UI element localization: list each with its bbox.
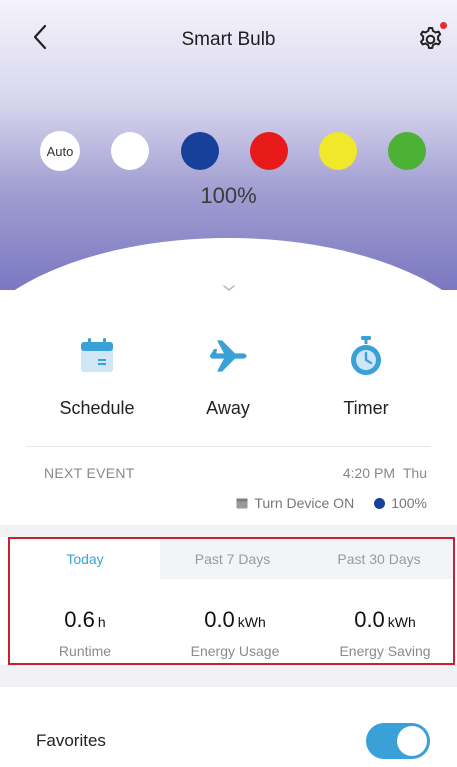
next-event-time: 4:20 PM Thu bbox=[343, 465, 427, 481]
stat-energy-usage-label: Energy Usage bbox=[190, 643, 280, 659]
timer-label: Timer bbox=[343, 398, 389, 418]
timer-button[interactable]: Timer bbox=[306, 334, 426, 419]
blue-dot-icon bbox=[374, 497, 386, 509]
swatch-auto[interactable]: Auto bbox=[40, 131, 80, 171]
color-swatches: Auto bbox=[0, 131, 457, 172]
stat-energy-saving: 0.0 kWh Energy Saving bbox=[320, 607, 450, 659]
page-title: Smart Bulb bbox=[181, 29, 276, 50]
stat-runtime-unit: h bbox=[97, 614, 106, 630]
notification-dot bbox=[440, 22, 447, 29]
expand-button[interactable] bbox=[221, 281, 237, 293]
next-event-action: Turn Device ON 100% bbox=[236, 495, 427, 511]
toggle-knob bbox=[397, 726, 427, 756]
calendar-small-icon bbox=[236, 498, 248, 509]
stat-runtime: 0.6 h Runtime bbox=[25, 607, 145, 659]
airplane-icon bbox=[210, 340, 247, 372]
schedule-label: Schedule bbox=[59, 398, 135, 418]
away-label: Away bbox=[206, 398, 250, 418]
tab-today[interactable]: Today bbox=[10, 539, 160, 579]
stat-energy-saving-unit: kWh bbox=[387, 614, 416, 630]
tab-past-7-days[interactable]: Past 7 Days bbox=[160, 539, 305, 579]
favorites-toggle[interactable] bbox=[366, 723, 430, 759]
swatch-yellow[interactable] bbox=[319, 132, 357, 170]
gear-icon bbox=[420, 27, 442, 49]
stat-energy-usage: 0.0 kWh Energy Usage bbox=[165, 607, 305, 659]
stat-runtime-value: 0.6 bbox=[64, 607, 95, 632]
tab-past-30-days[interactable]: Past 30 Days bbox=[305, 539, 453, 579]
divider bbox=[26, 446, 431, 447]
stat-runtime-label: Runtime bbox=[58, 643, 112, 659]
chevron-down-icon bbox=[223, 285, 235, 292]
swatch-green[interactable] bbox=[388, 132, 426, 170]
stat-energy-usage-value: 0.0 bbox=[204, 607, 235, 632]
stat-energy-usage-unit: kWh bbox=[237, 614, 266, 630]
usage-stats-panel: Today Past 7 Days Past 30 Days 0.6 h Runt… bbox=[8, 537, 455, 665]
swatch-red[interactable] bbox=[250, 132, 288, 170]
calendar-icon bbox=[81, 338, 113, 372]
section-separator bbox=[0, 525, 457, 537]
next-event-day: Thu bbox=[402, 465, 427, 481]
stat-energy-saving-label: Energy Saving bbox=[339, 643, 431, 659]
mode-row: Schedule Away Timer bbox=[0, 334, 457, 434]
next-event-time-value: 4:20 PM bbox=[342, 465, 395, 481]
swatch-blue[interactable] bbox=[181, 132, 219, 170]
next-event-brightness: 100% bbox=[391, 495, 427, 511]
next-event-label: NEXT EVENT bbox=[44, 465, 135, 481]
next-event-action-text: Turn Device ON bbox=[254, 495, 355, 511]
favorites-label: Favorites bbox=[36, 731, 106, 750]
section-separator-2 bbox=[0, 665, 457, 687]
brightness-label: 100% bbox=[200, 183, 257, 208]
stat-energy-saving-value: 0.0 bbox=[354, 607, 385, 632]
settings-button[interactable] bbox=[414, 24, 446, 56]
swatch-white[interactable] bbox=[111, 132, 149, 170]
away-button[interactable]: Away bbox=[168, 334, 288, 419]
stopwatch-icon bbox=[351, 336, 381, 375]
usage-tabs: Today Past 7 Days Past 30 Days bbox=[10, 539, 453, 579]
schedule-button[interactable]: Schedule bbox=[37, 334, 157, 419]
